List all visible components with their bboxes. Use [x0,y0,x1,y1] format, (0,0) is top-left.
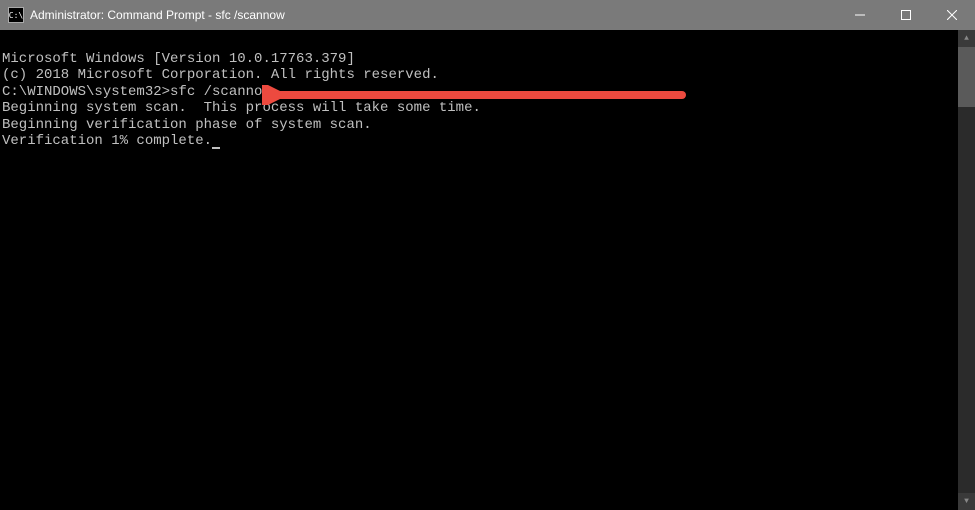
close-icon [947,10,957,20]
window-titlebar: C:\ Administrator: Command Prompt - sfc … [0,0,975,30]
scrollbar-thumb[interactable] [958,47,975,107]
scan-begin-line: Beginning system scan. This process will… [2,100,958,117]
progress-line: Verification 1% complete. [2,133,958,150]
close-button[interactable] [929,0,975,30]
scrollbar-up-button[interactable]: ▲ [958,30,975,47]
minimize-button[interactable] [837,0,883,30]
window-title: Administrator: Command Prompt - sfc /sca… [30,8,837,22]
verification-begin-line: Beginning verification phase of system s… [2,117,958,134]
terminal-cursor [212,147,220,149]
minimize-icon [855,10,865,20]
maximize-button[interactable] [883,0,929,30]
cmd-icon: C:\ [8,7,24,23]
version-line: Microsoft Windows [Version 10.0.17763.37… [2,51,958,68]
vertical-scrollbar[interactable]: ▲ ▼ [958,30,975,510]
scrollbar-down-button[interactable]: ▼ [958,493,975,510]
window-controls [837,0,975,30]
copyright-line: (c) 2018 Microsoft Corporation. All righ… [2,67,958,84]
terminal-output[interactable]: Microsoft Windows [Version 10.0.17763.37… [0,30,958,510]
maximize-icon [901,10,911,20]
prompt-line: C:\WINDOWS\system32>sfc /scannow [2,84,958,101]
